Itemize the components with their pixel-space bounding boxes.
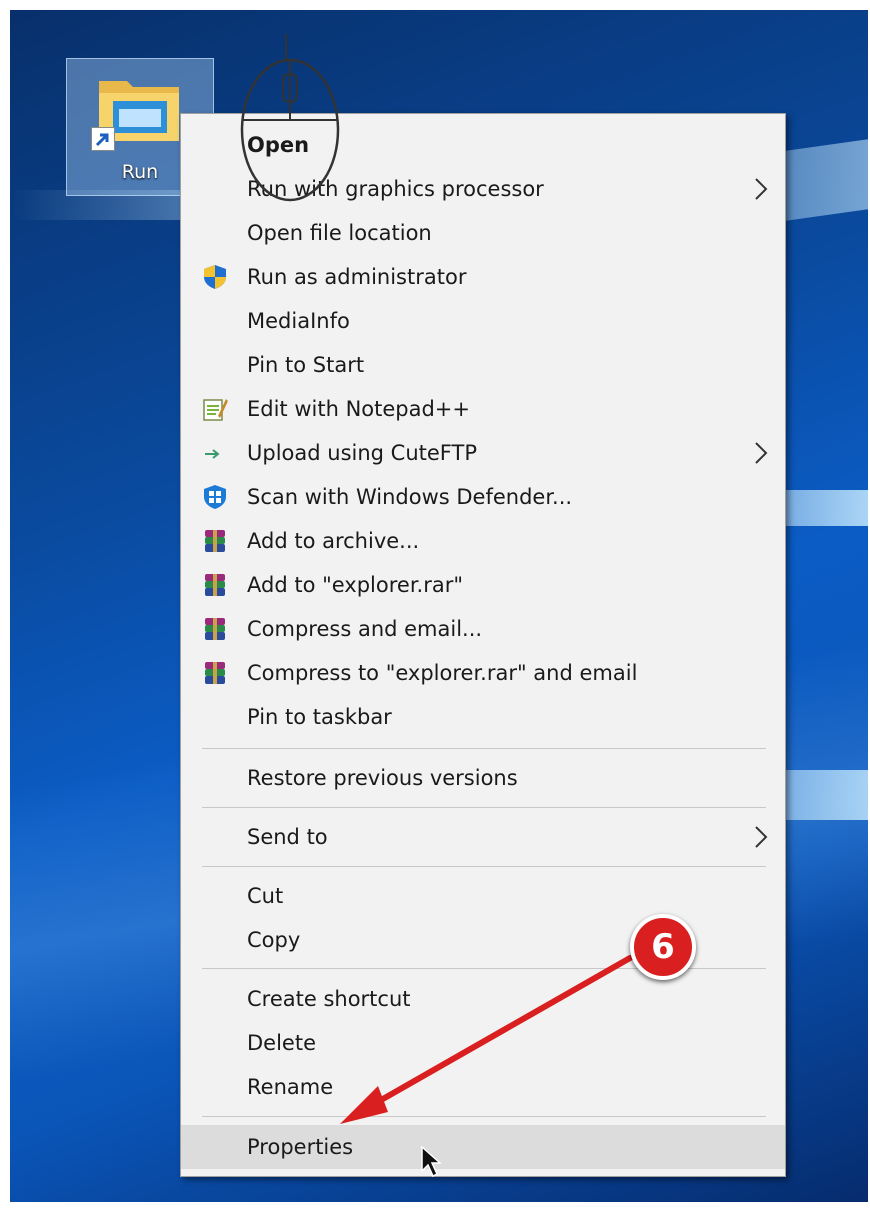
- menu-item-label: Edit with Notepad++: [247, 397, 471, 421]
- menu-item-add-to-archive[interactable]: Add to archive...: [181, 519, 785, 563]
- menu-item-label: Copy: [247, 928, 301, 952]
- menu-item-scan-with-windows-defender[interactable]: Scan with Windows Defender...: [181, 475, 785, 519]
- shortcut-arrow-icon: [91, 127, 115, 151]
- menu-item-open[interactable]: Open: [181, 123, 785, 167]
- menu-item-label: Add to archive...: [247, 529, 420, 553]
- menu-item-pin-to-start[interactable]: Pin to Start: [181, 343, 785, 387]
- mouse-pointer-icon: [421, 1145, 442, 1178]
- menu-separator: [202, 1116, 766, 1117]
- menu-item-cut[interactable]: Cut: [181, 874, 785, 918]
- menu-item-label: Properties: [247, 1135, 354, 1159]
- menu-item-run-as-administrator[interactable]: Run as administrator: [181, 255, 785, 299]
- menu-separator: [202, 748, 766, 749]
- menu-item-open-file-location[interactable]: Open file location: [181, 211, 785, 255]
- menu-separator: [202, 807, 766, 808]
- menu-item-mediainfo[interactable]: MediaInfo: [181, 299, 785, 343]
- menu-item-add-to-explorer-rar[interactable]: Add to "explorer.rar": [181, 563, 785, 607]
- menu-item-label: Compress to "explorer.rar" and email: [247, 661, 638, 685]
- menu-item-label: Rename: [247, 1075, 334, 1099]
- menu-item-label: Run as administrator: [247, 265, 467, 289]
- chevron-right-icon: [755, 178, 768, 200]
- notepad-plus-plus-icon: [203, 399, 228, 421]
- menu-item-label: Compress and email...: [247, 617, 483, 641]
- menu-item-create-shortcut[interactable]: Create shortcut: [181, 977, 785, 1021]
- menu-item-label: Open: [247, 133, 310, 157]
- menu-item-label: Delete: [247, 1031, 316, 1055]
- chevron-right-icon: [755, 442, 768, 464]
- step-number-badge: 6: [630, 914, 696, 980]
- windows-defender-icon: [204, 485, 226, 509]
- menu-item-label: Cut: [247, 884, 284, 908]
- menu-item-label: Pin to taskbar: [247, 705, 392, 729]
- uac-shield-icon: [204, 265, 226, 289]
- menu-item-pin-to-taskbar[interactable]: Pin to taskbar: [181, 695, 785, 739]
- menu-item-compress-to-explorer-rar-and-email[interactable]: Compress to "explorer.rar" and email: [181, 651, 785, 695]
- menu-item-send-to[interactable]: Send to: [181, 815, 785, 859]
- menu-item-label: Scan with Windows Defender...: [247, 485, 573, 509]
- winrar-icon: [205, 618, 225, 640]
- context-menu: Open Run with graphics processor Open fi…: [180, 113, 786, 1177]
- menu-item-label: Run with graphics processor: [247, 177, 544, 201]
- menu-item-label: Create shortcut: [247, 987, 411, 1011]
- menu-item-label: Open file location: [247, 221, 432, 245]
- menu-item-label: Upload using CuteFTP: [247, 441, 477, 465]
- menu-item-properties[interactable]: Properties: [181, 1125, 785, 1169]
- menu-item-rename[interactable]: Rename: [181, 1065, 785, 1109]
- menu-item-label: Pin to Start: [247, 353, 365, 377]
- menu-item-label: Restore previous versions: [247, 766, 518, 790]
- menu-item-edit-with-notepad-plus-plus[interactable]: Edit with Notepad++: [181, 387, 785, 431]
- chevron-right-icon: [755, 826, 768, 848]
- winrar-icon: [205, 662, 225, 684]
- menu-item-label: MediaInfo: [247, 309, 350, 333]
- menu-item-delete[interactable]: Delete: [181, 1021, 785, 1065]
- menu-item-upload-using-cuteftp[interactable]: Upload using CuteFTP: [181, 431, 785, 475]
- menu-separator: [202, 866, 766, 867]
- cuteftp-icon: [205, 449, 220, 459]
- menu-item-restore-previous-versions[interactable]: Restore previous versions: [181, 756, 785, 800]
- menu-item-compress-and-email[interactable]: Compress and email...: [181, 607, 785, 651]
- menu-item-label: Add to "explorer.rar": [247, 573, 464, 597]
- winrar-icon: [205, 574, 225, 596]
- menu-item-label: Send to: [247, 825, 328, 849]
- menu-item-run-with-graphics-processor[interactable]: Run with graphics processor: [181, 167, 785, 211]
- winrar-icon: [205, 530, 225, 552]
